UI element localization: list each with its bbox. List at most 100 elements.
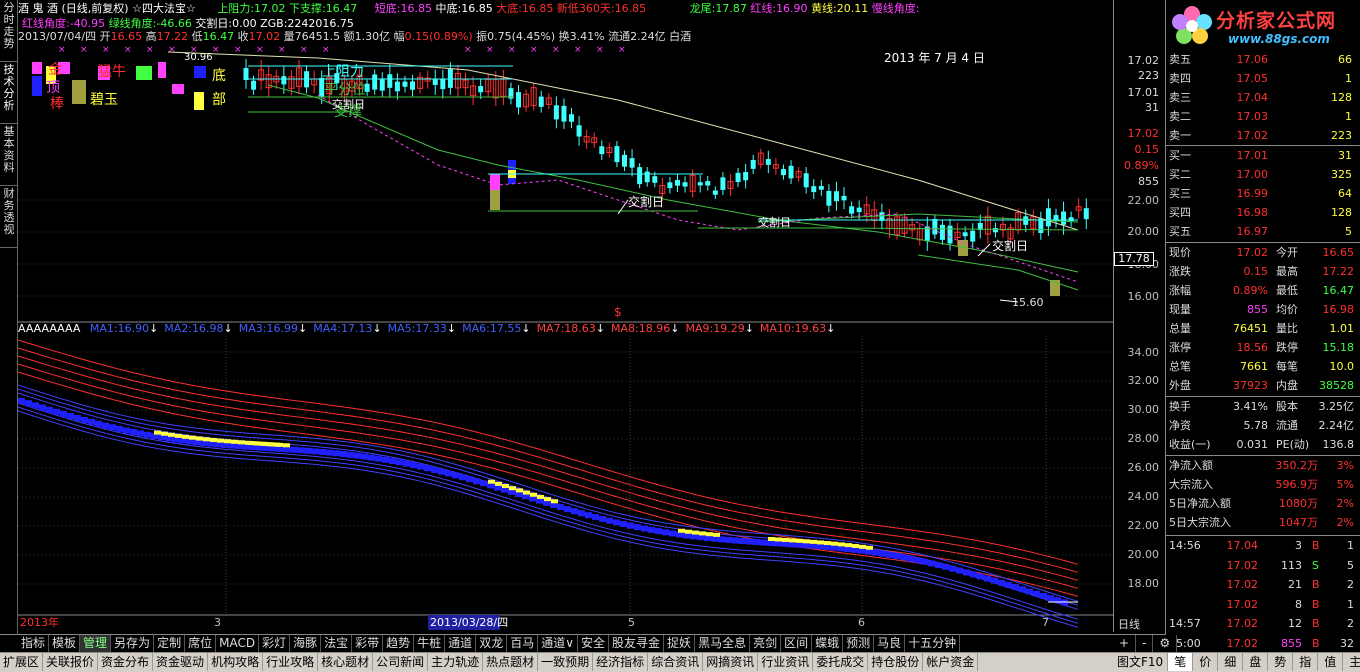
- sell-level-row[interactable]: 卖二 17.03 1: [1166, 107, 1360, 126]
- toolbar-button[interactable]: 管理: [80, 635, 112, 652]
- zoom-out-button[interactable]: -: [1136, 635, 1154, 652]
- info-tab[interactable]: 主力轨迹: [428, 653, 484, 671]
- quote-row[interactable]: 涨跌 0.15 最高 17.22: [1166, 262, 1360, 281]
- panel-tab[interactable]: 细: [1218, 653, 1244, 671]
- info-tab[interactable]: 委托成交: [813, 653, 869, 671]
- flow-row[interactable]: 大宗流入 596.9万 5%: [1166, 475, 1360, 494]
- info-tab[interactable]: 资金驱动: [153, 653, 209, 671]
- toolbar-button[interactable]: 安全: [578, 635, 610, 652]
- quote-row[interactable]: 涨幅 0.89% 最低 16.47: [1166, 281, 1360, 300]
- toolbar-button[interactable]: 法宝: [321, 635, 353, 652]
- toolbar-button[interactable]: 十五分钟: [905, 635, 961, 652]
- sell-level-row[interactable]: 卖一 17.02 223: [1166, 126, 1360, 145]
- toolbar-button[interactable]: 彩带: [352, 635, 384, 652]
- tick-row[interactable]: 14:57 17.02 12 B 2: [1166, 614, 1360, 633]
- toolbar-button[interactable]: MACD: [216, 635, 260, 652]
- quote-row[interactable]: 外盘 37923 内盘 38528: [1166, 376, 1360, 395]
- info-tab[interactable]: 经济指标: [593, 653, 649, 671]
- step-block: [18, 398, 25, 404]
- toolbar-button[interactable]: 双龙: [476, 635, 508, 652]
- tab-fundamentals[interactable]: 基本资料: [0, 126, 18, 186]
- toolbar-button[interactable]: 蝶蛾: [812, 635, 844, 652]
- info-tab[interactable]: 一致预期: [538, 653, 594, 671]
- settings-icon[interactable]: ⚙: [1153, 635, 1178, 652]
- info-tab[interactable]: 持仓股份: [868, 653, 924, 671]
- info-tab[interactable]: 扩展区: [0, 653, 44, 671]
- toolbar-button[interactable]: 通道: [445, 635, 477, 652]
- toolbar-button[interactable]: 趋势: [383, 635, 415, 652]
- info-tab[interactable]: 关联报价: [43, 653, 99, 671]
- info-tab[interactable]: 行业资讯: [758, 653, 814, 671]
- quote-row[interactable]: 总量 76451 量比 1.01: [1166, 319, 1360, 338]
- flow-row[interactable]: 净流入额 350.2万 3%: [1166, 456, 1360, 475]
- panel-tab[interactable]: 盘: [1243, 653, 1269, 671]
- toolbar-button[interactable]: 海豚: [290, 635, 322, 652]
- sub-indicator-name[interactable]: AAAAAAAA: [18, 322, 80, 335]
- toolbar-button[interactable]: 预测: [843, 635, 875, 652]
- tab-timeshare[interactable]: 分时走势: [0, 2, 18, 62]
- toolbar-button[interactable]: 通道∨: [538, 635, 579, 652]
- tick-row[interactable]: 17.02 8 B 1: [1166, 595, 1360, 614]
- toolbar-button[interactable]: 牛桩: [414, 635, 446, 652]
- ma-item: MA8:18.96↓: [611, 322, 679, 335]
- toolbar-button[interactable]: 百马: [507, 635, 539, 652]
- panel-tab[interactable]: 值: [1318, 653, 1344, 671]
- toolbar-button[interactable]: 模板: [49, 635, 81, 652]
- toolbar-button[interactable]: 捉妖: [664, 635, 696, 652]
- toolbar-button[interactable]: 指标: [18, 635, 50, 652]
- sell-level-row[interactable]: 卖四 17.05 1: [1166, 69, 1360, 88]
- panel-tab[interactable]: 主: [1343, 653, 1360, 671]
- finance-row[interactable]: 净资 5.78 流通 2.24亿: [1166, 416, 1360, 435]
- period-label[interactable]: 日线: [1118, 616, 1140, 632]
- info-tab[interactable]: 核心题材: [318, 653, 374, 671]
- tick-row[interactable]: 17.02 113 S 5: [1166, 556, 1360, 575]
- ma-list: MA1:16.90↓ MA2:16.98↓ MA3:16.99↓ MA4:17.13↓…: [84, 322, 836, 335]
- info-tab[interactable]: 行业攻略: [263, 653, 319, 671]
- flow-row[interactable]: 5日净流入额 1080万 2%: [1166, 494, 1360, 513]
- toolbar-button[interactable]: 亮剑: [750, 635, 782, 652]
- buy-level-row[interactable]: 买三 16.99 64: [1166, 184, 1360, 203]
- indicator-name[interactable]: ☆四大法宝☆: [132, 2, 196, 15]
- sell-level-row[interactable]: 卖五 17.06 66: [1166, 50, 1360, 69]
- quote-row[interactable]: 涨停 18.56 跌停 15.18: [1166, 338, 1360, 357]
- quote-row[interactable]: 总笔 7661 每笔 10.0: [1166, 357, 1360, 376]
- finance-row[interactable]: 换手 3.41% 股本 3.25亿: [1166, 397, 1360, 416]
- info-tab[interactable]: 公司新闻: [373, 653, 429, 671]
- finance-row[interactable]: 收益(一) 0.031 PE(动) 136.8: [1166, 435, 1360, 454]
- kline-chart[interactable]: 金猛牛 底顶部棒 碧玉上阻力平分位支撑交割日交割日交割日交割日15.602013 年…: [18, 0, 1113, 632]
- tick-row[interactable]: 15:00 17.02 855 B 32: [1166, 634, 1360, 653]
- buy-level-row[interactable]: 买四 16.98 128: [1166, 203, 1360, 222]
- toolbar-button[interactable]: 区间: [781, 635, 813, 652]
- info-tab[interactable]: 网摘资讯: [703, 653, 759, 671]
- info-tab[interactable]: 帐户资金: [923, 653, 979, 671]
- tab-technical[interactable]: 技术分析: [0, 64, 18, 124]
- panel-tab[interactable]: 笔: [1168, 653, 1194, 671]
- toolbar-button[interactable]: 另存为: [111, 635, 155, 652]
- tab-finance[interactable]: 财务透视: [0, 188, 18, 248]
- info-tab[interactable]: 机构攻略: [208, 653, 264, 671]
- logo-url[interactable]: www.88gs.com: [1228, 32, 1330, 46]
- panel-tab[interactable]: 价: [1193, 653, 1219, 671]
- sell-level-row[interactable]: 卖三 17.04 128: [1166, 88, 1360, 107]
- zoom-in-button[interactable]: +: [1113, 635, 1137, 652]
- info-tab[interactable]: 热点题材: [483, 653, 539, 671]
- info-tab[interactable]: 综合资讯: [648, 653, 704, 671]
- tick-row[interactable]: 17.02 21 B 2: [1166, 575, 1360, 594]
- toolbar-button[interactable]: 定制: [154, 635, 186, 652]
- quote-row[interactable]: 现量 855 均价 16.98: [1166, 300, 1360, 319]
- buy-level-row[interactable]: 买五 16.97 5: [1166, 222, 1360, 241]
- toolbar-button[interactable]: 席位: [185, 635, 217, 652]
- toolbar-button[interactable]: 马良: [874, 635, 906, 652]
- toolbar-button[interactable]: 彩灯: [259, 635, 291, 652]
- panel-tab[interactable]: 指: [1293, 653, 1319, 671]
- panel-tab[interactable]: 势: [1268, 653, 1294, 671]
- buy-level-row[interactable]: 买一 17.01 31: [1166, 146, 1360, 165]
- toolbar-button[interactable]: 股友寻金: [609, 635, 665, 652]
- quote-row[interactable]: 现价 17.02 今开 16.65: [1166, 243, 1360, 262]
- panel-tab[interactable]: 图文F10: [1113, 653, 1169, 671]
- toolbar-button[interactable]: 黑马全息: [695, 635, 751, 652]
- buy-level-row[interactable]: 买二 17.00 325: [1166, 165, 1360, 184]
- tick-row[interactable]: 14:56 17.04 3 B 1: [1166, 536, 1360, 555]
- flow-row[interactable]: 5日大宗流入 1047万 2%: [1166, 513, 1360, 532]
- info-tab[interactable]: 资金分布: [98, 653, 154, 671]
